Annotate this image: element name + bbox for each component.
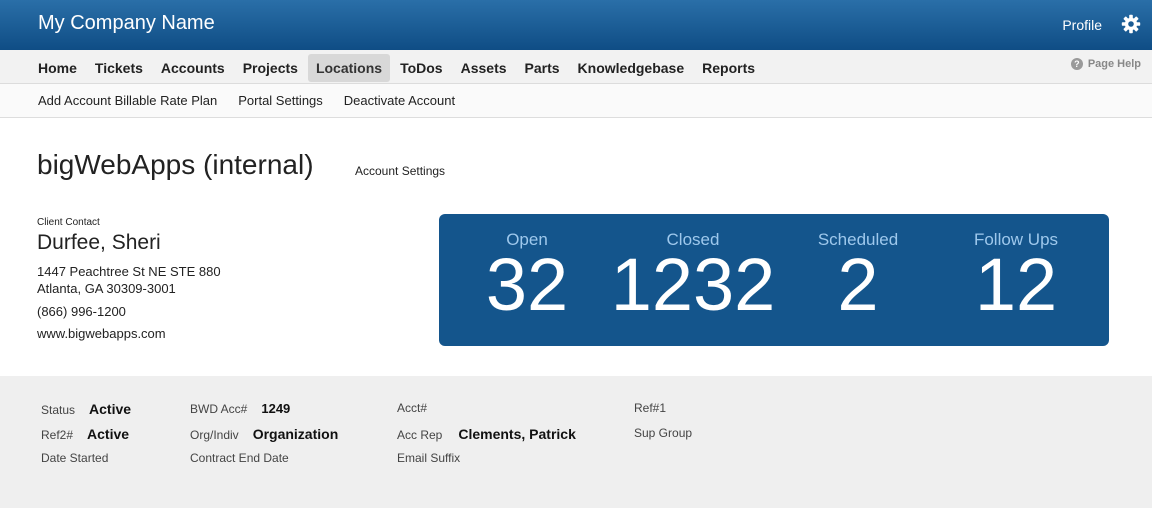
field-org-indiv-value: Organization bbox=[252, 426, 339, 442]
field-sup-group-label: Sup Group bbox=[634, 426, 693, 440]
field-acc-rep-label: Acc Rep bbox=[397, 428, 443, 442]
nav-reports[interactable]: Reports bbox=[694, 54, 763, 82]
field-date-started: Date Started bbox=[41, 451, 122, 465]
sub-nav: Add Account Billable Rate Plan Portal Se… bbox=[0, 84, 1152, 118]
address-line1: 1447 Peachtree St NE STE 880 bbox=[37, 264, 221, 279]
account-details-panel: Status Active BWD Acc# 1249 Acct# Ref#1 … bbox=[0, 376, 1152, 508]
field-ref2-value: Active bbox=[87, 426, 130, 442]
client-contact-label: Client Contact bbox=[37, 217, 100, 228]
nav-locations[interactable]: Locations bbox=[307, 54, 391, 82]
field-email-suffix: Email Suffix bbox=[397, 451, 474, 465]
stat-open[interactable]: Open 32 bbox=[475, 214, 579, 322]
field-date-started-label: Date Started bbox=[41, 451, 109, 465]
company-name[interactable]: My Company Name bbox=[38, 12, 215, 35]
nav-knowledgebase[interactable]: Knowledgebase bbox=[570, 54, 693, 82]
portal-settings-link[interactable]: Portal Settings bbox=[238, 93, 323, 108]
field-acct-label: Acct# bbox=[397, 401, 428, 415]
field-bwd-acc-value: 1249 bbox=[261, 401, 291, 416]
top-header: My Company Name Profile bbox=[0, 0, 1152, 50]
ticket-stats-panel: Open 32 Closed 1232 Scheduled 2 Follow U… bbox=[439, 214, 1109, 346]
nav-accounts[interactable]: Accounts bbox=[153, 54, 233, 82]
stat-closed-value: 1232 bbox=[610, 243, 776, 326]
field-contract-end-label: Contract End Date bbox=[190, 451, 289, 465]
page-help-label: Page Help bbox=[1087, 58, 1141, 70]
stat-scheduled-value: 2 bbox=[837, 243, 879, 326]
account-settings-link[interactable]: Account Settings bbox=[355, 164, 445, 178]
field-status: Status Active bbox=[41, 401, 131, 417]
phone-number: (866) 996-1200 bbox=[37, 304, 126, 319]
field-bwd-acc-label: BWD Acc# bbox=[190, 402, 248, 416]
contact-name: Durfee, Sheri bbox=[37, 231, 161, 254]
profile-link[interactable]: Profile bbox=[1062, 17, 1102, 33]
gear-icon[interactable] bbox=[1121, 14, 1141, 34]
add-billable-rate-plan-link[interactable]: Add Account Billable Rate Plan bbox=[38, 93, 217, 108]
nav-todos[interactable]: ToDos bbox=[392, 54, 451, 82]
field-ref1: Ref#1 bbox=[634, 401, 680, 415]
nav-home[interactable]: Home bbox=[30, 54, 85, 82]
stat-follow-ups[interactable]: Follow Ups 12 bbox=[955, 214, 1077, 322]
field-status-label: Status bbox=[41, 403, 76, 417]
field-status-value: Active bbox=[89, 401, 132, 417]
stat-follow-ups-value: 12 bbox=[974, 243, 1058, 326]
help-icon: ? bbox=[1070, 58, 1083, 70]
page-help-link[interactable]: ? Page Help bbox=[1070, 58, 1141, 70]
nav-assets[interactable]: Assets bbox=[453, 54, 515, 82]
stat-open-value: 32 bbox=[485, 243, 569, 326]
nav-tickets[interactable]: Tickets bbox=[87, 54, 151, 82]
field-email-suffix-label: Email Suffix bbox=[397, 451, 461, 465]
stat-scheduled[interactable]: Scheduled 2 bbox=[805, 214, 911, 322]
field-acc-rep-value: Clements, Patrick bbox=[458, 426, 576, 442]
field-acct: Acct# bbox=[397, 401, 441, 415]
field-ref2-label: Ref2# bbox=[41, 428, 74, 442]
field-sup-group: Sup Group bbox=[634, 426, 706, 440]
field-acc-rep: Acc Rep Clements, Patrick bbox=[397, 426, 576, 442]
website-link[interactable]: www.bigwebapps.com bbox=[37, 326, 166, 341]
field-ref1-label: Ref#1 bbox=[634, 401, 667, 415]
page-title: bigWebApps (internal) bbox=[37, 149, 314, 180]
field-ref2: Ref2# Active bbox=[41, 426, 129, 442]
field-org-indiv: Org/Indiv Organization bbox=[190, 426, 338, 442]
main-nav: Home Tickets Accounts Projects Locations… bbox=[0, 50, 1152, 84]
nav-parts[interactable]: Parts bbox=[517, 54, 568, 82]
deactivate-account-link[interactable]: Deactivate Account bbox=[344, 93, 455, 108]
stat-closed[interactable]: Closed 1232 bbox=[601, 214, 785, 322]
field-bwd-acc: BWD Acc# 1249 bbox=[190, 401, 290, 416]
field-org-indiv-label: Org/Indiv bbox=[190, 428, 239, 442]
address-line2: Atlanta, GA 30309-3001 bbox=[37, 281, 176, 296]
nav-projects[interactable]: Projects bbox=[235, 54, 306, 82]
field-contract-end: Contract End Date bbox=[190, 451, 303, 465]
